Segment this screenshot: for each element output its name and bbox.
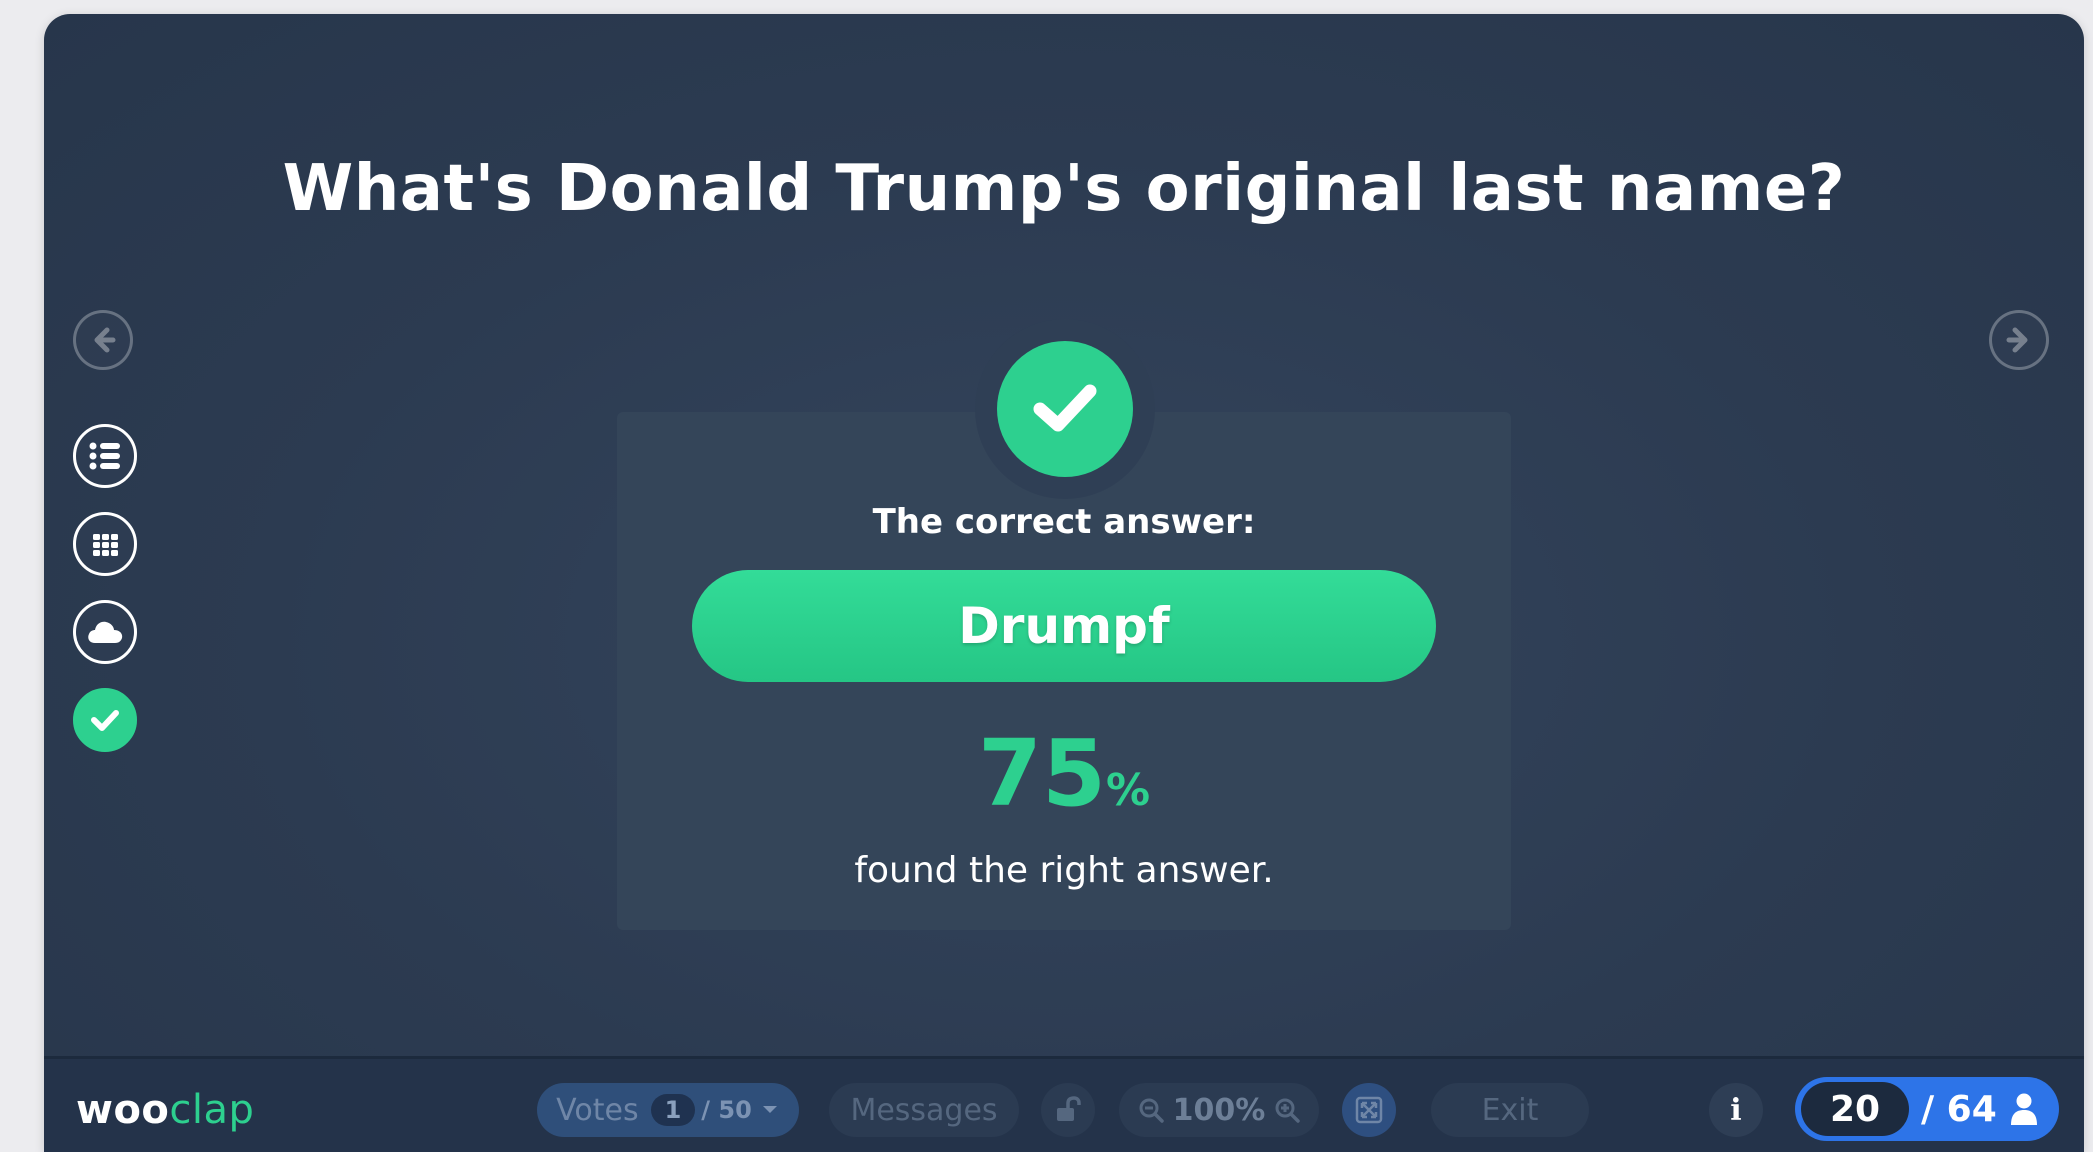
zoom-in-icon[interactable]	[1273, 1096, 1301, 1124]
grid-icon	[93, 534, 118, 556]
previous-slide-button[interactable]	[73, 310, 133, 370]
correct-answer-label: The correct answer:	[872, 502, 1256, 542]
correct-answer-pill: Drumpf	[692, 570, 1436, 682]
info-icon: i	[1730, 1092, 1742, 1128]
exit-label: Exit	[1481, 1092, 1539, 1128]
list-icon	[89, 442, 120, 470]
votes-count: 1	[650, 1094, 696, 1126]
logo-woo: woo	[76, 1087, 170, 1133]
wooclap-logo: wooclap	[76, 1087, 254, 1133]
messages-button[interactable]: Messages	[829, 1083, 1019, 1137]
zoom-out-icon[interactable]	[1137, 1096, 1165, 1124]
arrow-left-icon	[94, 327, 116, 353]
sidebar-item-list-view[interactable]	[73, 424, 137, 488]
arrow-right-icon	[2006, 327, 2028, 353]
votes-label: Votes	[556, 1092, 639, 1128]
messages-label: Messages	[850, 1092, 998, 1128]
percent-sign: %	[1105, 765, 1151, 816]
info-button[interactable]: i	[1709, 1083, 1763, 1137]
zoom-level: 100%	[1172, 1092, 1266, 1128]
logo-clap: clap	[169, 1087, 255, 1133]
lock-button[interactable]	[1041, 1083, 1095, 1137]
exit-button[interactable]: Exit	[1431, 1083, 1589, 1137]
sidebar-item-correct-answer[interactable]	[73, 688, 137, 752]
sidebar-item-grid-view[interactable]	[73, 512, 137, 576]
checkmark-icon	[91, 710, 119, 731]
percent-value: 75	[977, 720, 1106, 827]
correct-badge	[997, 341, 1133, 477]
zoom-control: 100%	[1119, 1083, 1319, 1137]
votes-button[interactable]: Votes 1 / 50	[537, 1083, 799, 1137]
question-title: What's Donald Trump's original last name…	[282, 152, 1846, 226]
bottom-toolbar: wooclap Votes 1 / 50 Messages 100% Exit …	[44, 1056, 2084, 1152]
participants-total: / 64	[1921, 1088, 1997, 1130]
fullscreen-button[interactable]	[1342, 1083, 1396, 1137]
percent-correct: 75%	[617, 720, 1511, 827]
unlock-icon	[1057, 1096, 1081, 1121]
chevron-down-icon	[762, 1106, 777, 1113]
user-icon	[2010, 1093, 2037, 1125]
participants-now: 20	[1801, 1082, 1909, 1136]
correct-answer-text: Drumpf	[958, 597, 1170, 655]
next-slide-button[interactable]	[1989, 310, 2049, 370]
participants-counter[interactable]: 20 / 64	[1795, 1077, 2059, 1141]
percent-caption: found the right answer.	[854, 850, 1274, 891]
votes-total: / 50	[701, 1096, 752, 1124]
presentation-frame: What's Donald Trump's original last name…	[44, 14, 2084, 1152]
sidebar-item-word-cloud[interactable]	[73, 600, 137, 664]
checkmark-icon	[1033, 384, 1097, 432]
fullscreen-icon	[1355, 1096, 1383, 1124]
cloud-icon	[88, 621, 123, 643]
